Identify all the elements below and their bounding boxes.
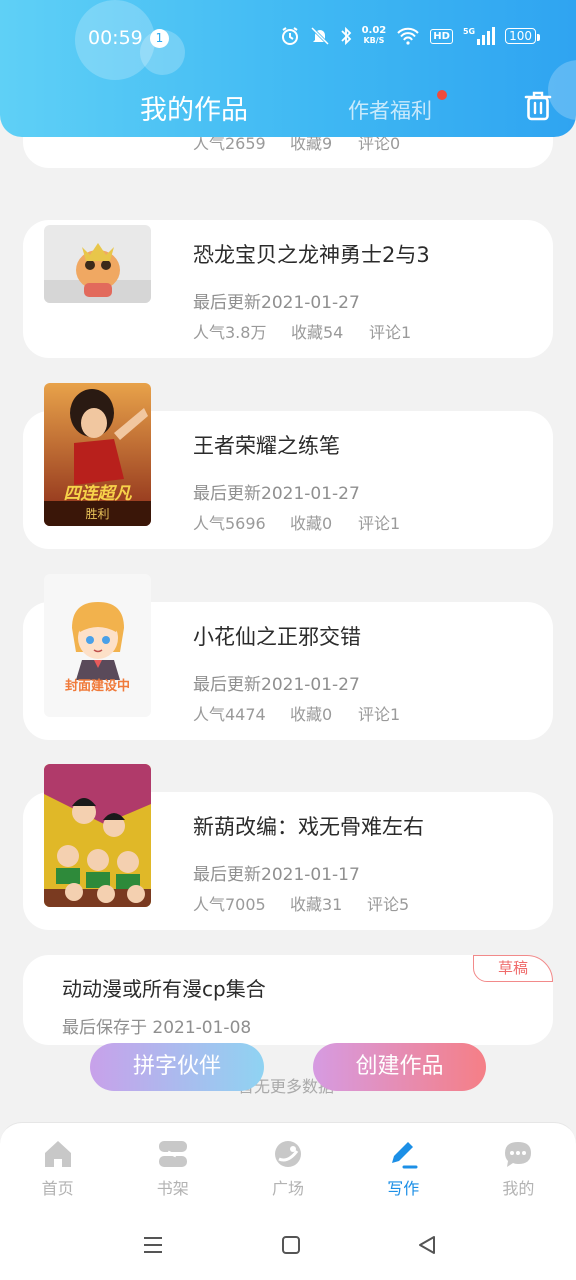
planet-icon <box>275 1141 301 1167</box>
draft-title[interactable]: 动动漫或所有漫cp集合 <box>62 973 266 1002</box>
work-title[interactable]: 小花仙之正邪交错 <box>193 621 361 651</box>
cover-placeholder-text: 封面建设中 <box>64 679 130 694</box>
bluetooth-icon <box>340 26 351 46</box>
home-icon <box>44 1141 71 1167</box>
work-updated: 最后更新2021-01-17 <box>193 865 360 885</box>
work-cover-image[interactable] <box>44 764 151 907</box>
work-cover-image[interactable]: 四连超凡 胜利 <box>44 383 151 526</box>
nav-item-plaza[interactable]: 广场 <box>230 1123 345 1210</box>
draft-tag: 草稿 <box>473 955 553 982</box>
work-cover-image[interactable] <box>44 225 151 303</box>
new-indicator-dot <box>437 90 447 100</box>
pen-icon <box>392 1142 418 1169</box>
signal-icon: 5G <box>463 27 496 45</box>
tab-my-works[interactable]: 我的作品 <box>140 88 248 127</box>
cover-caption: 胜利 <box>85 507 110 521</box>
work-stats: 人气7005 收藏31 评论5 <box>193 895 410 914</box>
alarm-icon <box>281 27 298 45</box>
create-work-button[interactable]: 创建作品 <box>313 1043 486 1091</box>
chat-icon <box>505 1142 532 1167</box>
menu-icon[interactable] <box>142 1234 164 1256</box>
bottom-nav: 首页 书架 广场 写作 我的 <box>0 1122 576 1210</box>
work-title[interactable]: 王者荣耀之练笔 <box>193 430 340 460</box>
hd-indicator: HD <box>430 28 453 44</box>
draft-saved-time: 最后保存于 2021-01-08 <box>62 1018 252 1038</box>
work-stats: 人气4474 收藏0 评论1 <box>193 705 401 724</box>
nav-item-bookshelf[interactable]: 书架 <box>115 1123 230 1210</box>
nav-item-mine[interactable]: 我的 <box>461 1123 576 1210</box>
system-nav-bar <box>0 1210 576 1280</box>
cover-caption: 四连超凡 <box>63 484 132 504</box>
nav-item-write[interactable]: 写作 <box>346 1123 461 1210</box>
work-updated: 最后更新2021-01-27 <box>193 675 360 695</box>
status-time: 00:59 <box>88 27 143 49</box>
mute-bell-icon <box>310 26 329 46</box>
app-header: 00:59 1 0.02 KB/S HD 5G 100 我的作品 作者福利 <box>0 0 576 137</box>
partner-button[interactable]: 拼字伙伴 <box>90 1043 264 1091</box>
work-cover-image[interactable]: 封面建设中 <box>44 574 151 717</box>
work-title[interactable]: 恐龙宝贝之龙神勇士2与3 <box>193 239 430 269</box>
trash-icon[interactable] <box>523 90 553 122</box>
work-stats: 人气3.8万 收藏54 评论1 <box>193 323 412 342</box>
work-updated: 最后更新2021-01-27 <box>193 484 360 504</box>
net-speed: 0.02 KB/S <box>361 25 387 46</box>
draft-card[interactable]: 草稿 动动漫或所有漫cp集合 最后保存于 2021-01-08 <box>23 955 553 1045</box>
work-title[interactable]: 新葫改编：戏无骨难左右 <box>193 811 424 841</box>
home-square-icon[interactable] <box>280 1234 302 1256</box>
wifi-icon <box>397 27 419 45</box>
work-stats: 人气5696 收藏0 评论1 <box>193 514 401 533</box>
battery-indicator: 100 <box>505 28 540 44</box>
notification-badge: 1 <box>150 29 169 48</box>
nav-item-home[interactable]: 首页 <box>0 1123 115 1210</box>
bookshelf-icon <box>158 1141 187 1167</box>
back-icon[interactable] <box>416 1234 438 1256</box>
work-updated: 最后更新2021-01-27 <box>193 293 360 313</box>
tab-author-benefits[interactable]: 作者福利 <box>348 95 432 125</box>
status-icons: 0.02 KB/S HD 5G 100 <box>280 25 540 46</box>
